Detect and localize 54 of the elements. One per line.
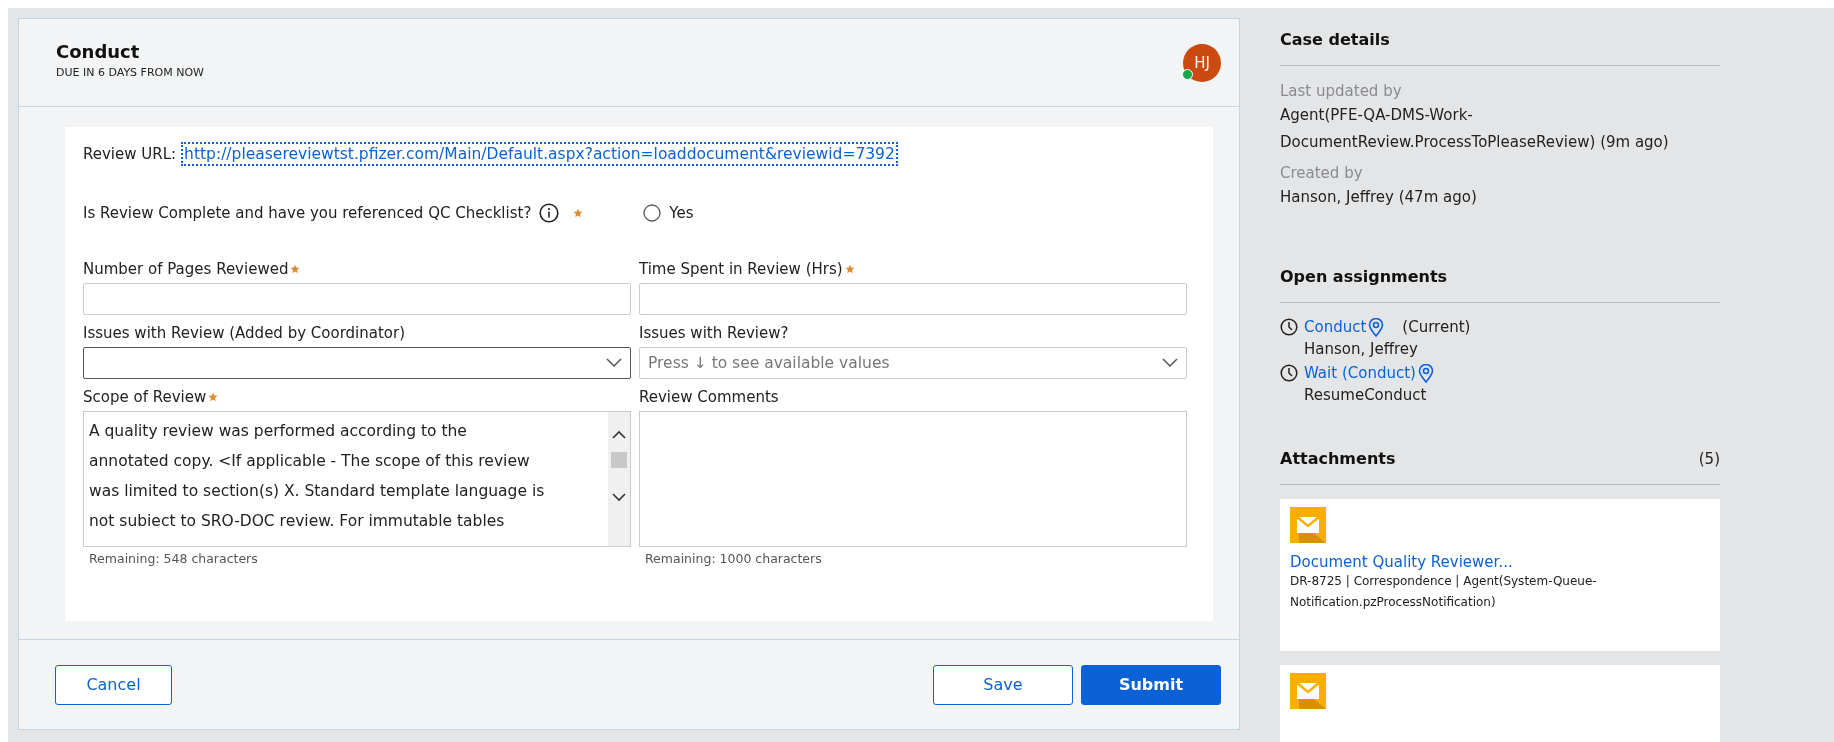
chevron-down-icon [1162, 358, 1178, 368]
dropdown-field[interactable]: Press ↓ to see available values [639, 347, 1187, 379]
radio-button[interactable] [643, 204, 662, 222]
submit-button[interactable]: Submit [1081, 664, 1221, 705]
remaining-count: Remaining: 1000 characters [644, 551, 823, 566]
due-date: DUE IN 6 DAYS FROM NOW [56, 66, 204, 79]
user-avatar[interactable]: HJ [1183, 44, 1221, 82]
required-icon [208, 392, 219, 402]
remaining-count: Remaining: 548 characters [88, 551, 259, 566]
question-label: Is Review Complete and have you referenced QC Checklist? [83, 204, 532, 222]
field-label: Issues with Review? [639, 324, 789, 342]
required-icon [573, 208, 584, 218]
detail-value: Agent(PFE-QA-DMS-Work-DocumentReview.ProcessToPleaseReview) (9m ago) [1280, 105, 1670, 153]
input-field[interactable] [83, 283, 631, 315]
field-label: Scope of Review [83, 388, 207, 406]
detail-label: Created by [1280, 163, 1364, 184]
section-title: Case details [1280, 30, 1390, 49]
radio-label: Yes [669, 204, 694, 222]
envelope-icon [1290, 673, 1326, 709]
section-title: Open assignments [1280, 267, 1448, 286]
assignment-link[interactable]: Conduct [1304, 315, 1385, 339]
text-area[interactable]: A quality review was performed according to the annotated copy. <If applicable - The scope of this review was limited to section(s) X. Standard template language is not subiect to SRO-DOC review. For immutable tables [83, 411, 631, 547]
required-icon [844, 264, 855, 274]
detail-label: Last updated by [1280, 81, 1403, 102]
field-label: Number of Pages Reviewed [83, 260, 289, 278]
clock-icon [1280, 318, 1298, 336]
section-title: Attachments [1280, 449, 1396, 468]
field-label: Issues with Review (Added by Coordinator) [83, 324, 406, 342]
assignee-name: Hanson, Jeffrey [1304, 339, 1419, 359]
task-title: Conduct [56, 41, 141, 62]
assignee-name: ResumeConduct [1304, 385, 1428, 405]
attachment-card[interactable]: Document Quality Reviewer... DR-8725 | Correspondence | Agent(System-Queue-Notification.pzProcessNotification) [1280, 499, 1720, 651]
cancel-button[interactable]: Cancel [55, 664, 172, 705]
field-label: Time Spent in Review (Hrs) [639, 260, 843, 278]
review-url-link[interactable]: http://pleasereviewtst.pfizer.com/Main/Default.aspx?action=loaddocument&reviewid=7392 [184, 145, 895, 163]
chevron-down-icon [606, 358, 622, 368]
dropdown-field[interactable] [83, 347, 631, 379]
location-pin-icon [1368, 317, 1385, 337]
field-label: Review URL: [83, 145, 177, 163]
field-label: Review Comments [639, 388, 779, 406]
attachment-meta: DR-8725 | Correspondence | Agent(System-Queue-Notification.pzProcessNotification) [1290, 573, 1598, 611]
info-icon[interactable] [539, 203, 560, 223]
required-icon [290, 264, 301, 274]
assignment-link[interactable]: Wait (Conduct) [1304, 361, 1434, 385]
assignment-status: (Current) [1402, 317, 1471, 338]
clock-icon [1280, 364, 1298, 382]
attachment-title[interactable]: Document Quality Reviewer... [1290, 553, 1710, 571]
envelope-icon [1290, 507, 1326, 543]
save-button[interactable]: Save [933, 664, 1073, 705]
input-field[interactable] [639, 283, 1187, 315]
attachment-count: (5) [1698, 450, 1720, 468]
location-pin-icon [1417, 363, 1434, 383]
scrollbar[interactable] [608, 412, 630, 546]
detail-value: Hanson, Jeffrey (47m ago) [1280, 187, 1478, 208]
